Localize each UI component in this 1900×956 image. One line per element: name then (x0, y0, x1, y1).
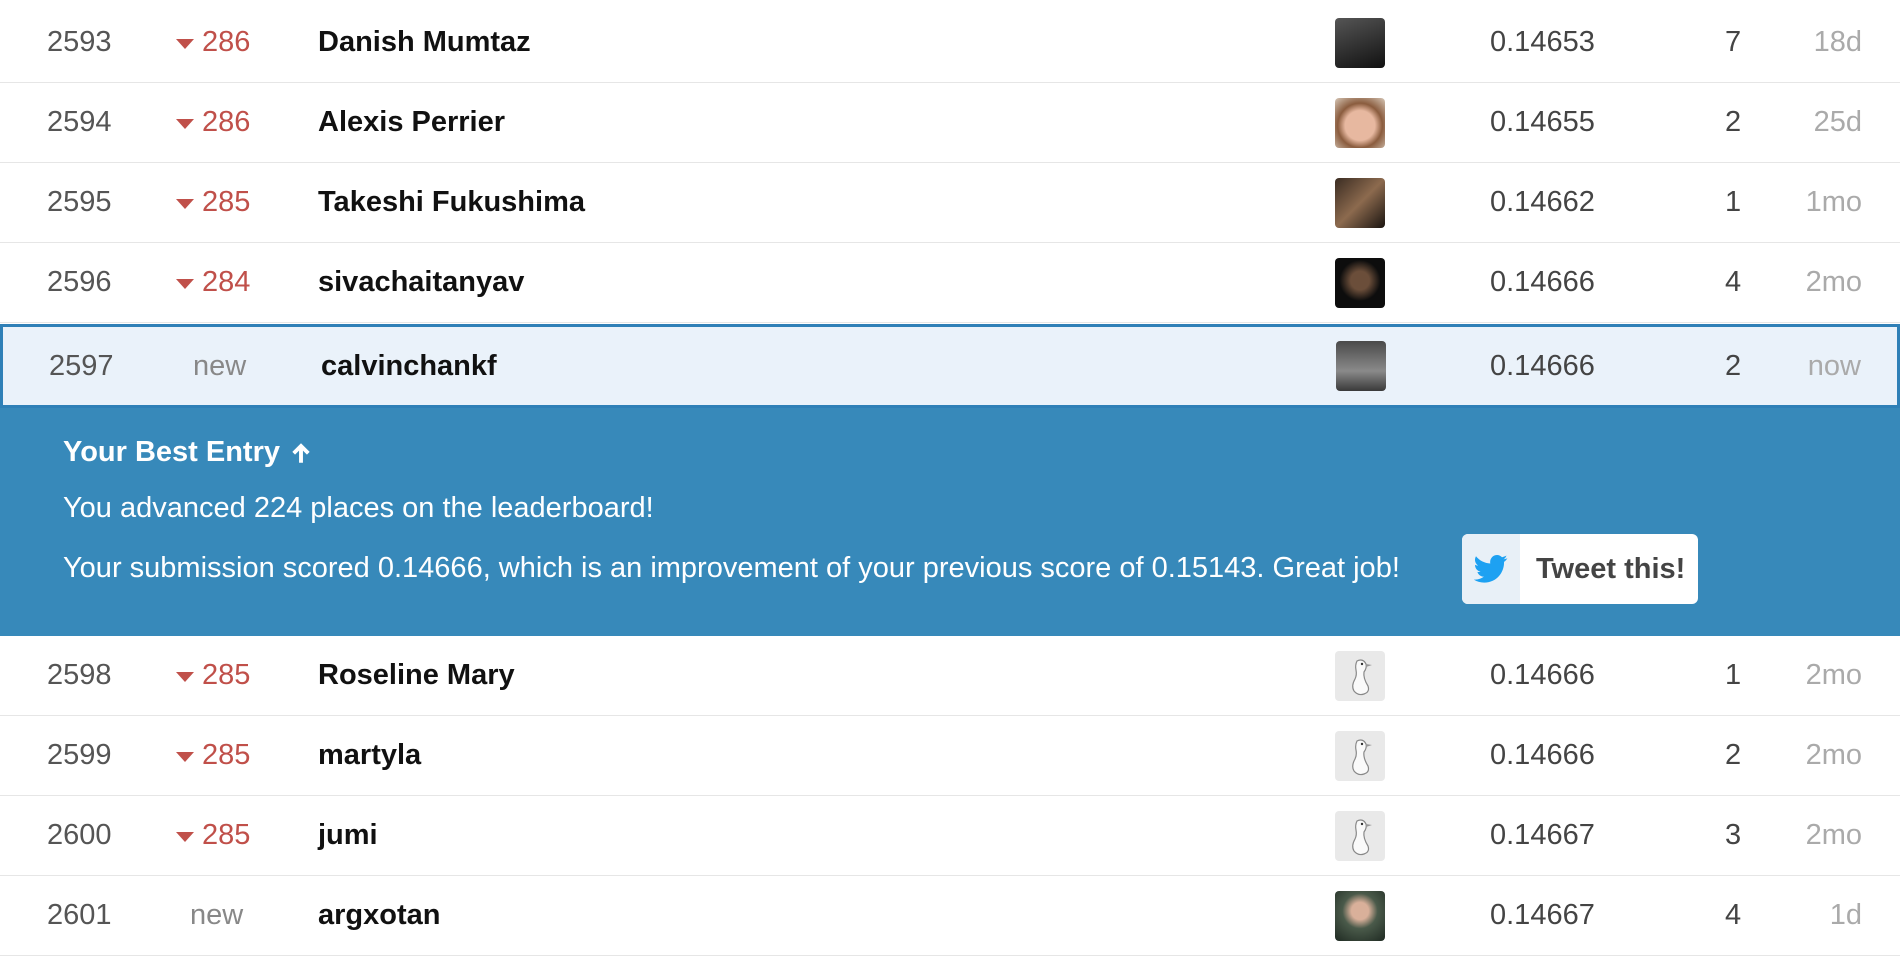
table-row[interactable]: 2598 285 Roseline Mary 0.14666 1 2mo (0, 636, 1900, 716)
last-submission: 1d (1829, 899, 1862, 931)
entries: 4 (1725, 899, 1742, 931)
table-row[interactable]: 2593 286 Danish Mumtaz 0.14653 7 18d (0, 3, 1900, 83)
last-submission: 1mo (1805, 186, 1862, 218)
score: 0.14667 (1490, 819, 1595, 851)
rank: 2599 (47, 739, 112, 771)
entries: 3 (1725, 819, 1742, 851)
entries: 2 (1725, 349, 1742, 382)
rank-change: 285 (176, 796, 250, 875)
score: 0.14666 (1490, 266, 1595, 298)
score: 0.14653 (1490, 26, 1595, 58)
score: 0.14655 (1490, 106, 1595, 138)
team-name[interactable]: jumi (318, 796, 378, 875)
score: 0.14666 (1490, 659, 1595, 691)
team-name[interactable]: Alexis Perrier (318, 83, 505, 162)
score: 0.14667 (1490, 899, 1595, 931)
leaderboard: 2593 286 Danish Mumtaz 0.14653 7 18d 259… (0, 0, 1900, 956)
team-name[interactable]: Roseline Mary (318, 636, 515, 715)
best-entry-banner: Your Best Entry You advanced 224 places … (0, 408, 1900, 636)
score: 0.14666 (1490, 739, 1595, 771)
rank-change: 285 (176, 716, 250, 795)
entries: 1 (1725, 186, 1742, 218)
avatar[interactable] (1335, 83, 1387, 162)
avatar[interactable] (1335, 796, 1387, 875)
rank: 2597 (49, 349, 114, 382)
goose-avatar-icon (1335, 810, 1385, 861)
tweet-button[interactable]: Tweet this! (1462, 534, 1698, 604)
rank: 2600 (47, 819, 112, 851)
avatar[interactable] (1335, 876, 1387, 955)
arrow-up-icon (292, 442, 310, 463)
tweet-label: Tweet this! (1536, 552, 1686, 585)
avatar[interactable] (1335, 636, 1387, 715)
down-arrow-icon (176, 198, 194, 209)
goose-avatar-icon (1335, 650, 1385, 701)
down-arrow-icon (176, 831, 194, 842)
rank-change: 286 (176, 83, 250, 162)
last-submission: 2mo (1805, 659, 1862, 691)
entries: 4 (1725, 266, 1742, 298)
last-submission: now (1807, 349, 1861, 382)
table-row[interactable]: 2595 285 Takeshi Fukushima 0.14662 1 1mo (0, 163, 1900, 243)
table-row[interactable]: 2599 285 martyla 0.14666 2 2mo (0, 716, 1900, 796)
rank-change: 286 (176, 3, 250, 82)
entries: 2 (1725, 739, 1742, 771)
avatar[interactable] (1335, 716, 1387, 795)
table-row[interactable]: 2600 285 jumi 0.14667 3 2mo (0, 796, 1900, 876)
down-arrow-icon (176, 751, 194, 762)
last-submission: 25d (1813, 106, 1862, 138)
banner-title: Your Best Entry (63, 436, 314, 469)
team-name[interactable]: calvinchankf (321, 327, 497, 405)
last-submission: 2mo (1805, 739, 1862, 771)
rank: 2595 (47, 186, 112, 218)
team-name[interactable]: sivachaitanyav (318, 243, 524, 322)
last-submission: 18d (1813, 26, 1862, 58)
rank-change: 285 (176, 163, 250, 242)
table-row[interactable]: 2594 286 Alexis Perrier 0.14655 2 25d (0, 83, 1900, 163)
table-row[interactable]: 2601 new argxotan 0.14667 4 1d (0, 876, 1900, 956)
avatar[interactable] (1335, 243, 1387, 322)
avatar[interactable] (1335, 3, 1387, 82)
rank-change: 285 (176, 636, 250, 715)
rank-change: 284 (176, 243, 250, 322)
rank: 2601 (47, 899, 112, 931)
goose-avatar-icon (1335, 730, 1385, 781)
twitter-icon (1462, 534, 1520, 604)
score: 0.14666 (1490, 349, 1595, 382)
down-arrow-icon (176, 278, 194, 289)
team-name[interactable]: martyla (318, 716, 421, 795)
last-submission: 2mo (1805, 819, 1862, 851)
down-arrow-icon (176, 118, 194, 129)
down-arrow-icon (176, 38, 194, 49)
entries: 1 (1725, 659, 1742, 691)
rank: 2598 (47, 659, 112, 691)
down-arrow-icon (176, 671, 194, 682)
team-name[interactable]: Takeshi Fukushima (318, 163, 585, 242)
banner-score-text: Your submission scored 0.14666, which is… (63, 552, 1400, 584)
rank: 2593 (47, 26, 112, 58)
entries: 7 (1725, 26, 1742, 58)
team-name[interactable]: Danish Mumtaz (318, 3, 531, 82)
team-name[interactable]: argxotan (318, 876, 440, 955)
rank-change: new (193, 349, 247, 382)
rank: 2596 (47, 266, 112, 298)
banner-advance-text: You advanced 224 places on the leaderboa… (63, 492, 654, 524)
last-submission: 2mo (1805, 266, 1862, 298)
entries: 2 (1725, 106, 1742, 138)
rank-change: new (190, 899, 244, 931)
avatar[interactable] (1335, 163, 1387, 242)
table-row[interactable]: 2596 284 sivachaitanyav 0.14666 4 2mo (0, 243, 1900, 323)
rank: 2594 (47, 106, 112, 138)
score: 0.14662 (1490, 186, 1595, 218)
avatar[interactable] (1336, 327, 1388, 405)
current-user-row[interactable]: 2597 new calvinchankf 0.14666 2 now (0, 324, 1900, 408)
